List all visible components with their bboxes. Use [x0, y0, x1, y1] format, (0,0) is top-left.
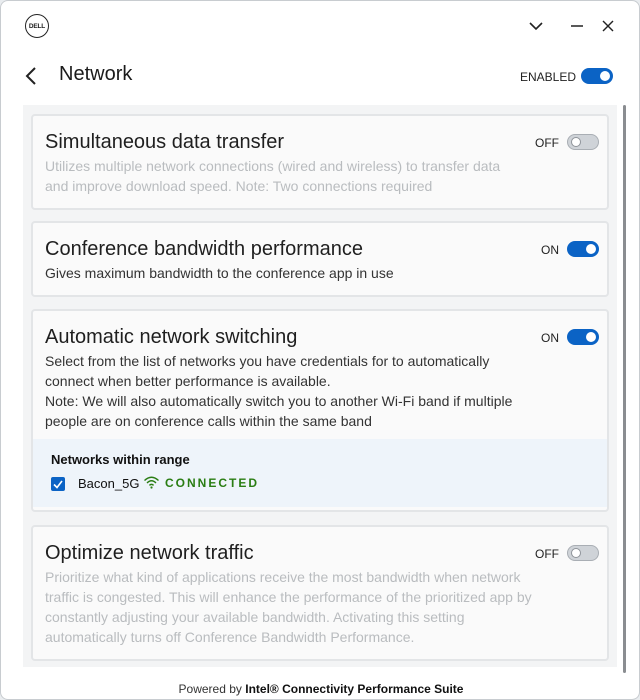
network-switching-toggle[interactable] — [567, 329, 599, 345]
card-conference-bandwidth: Conference bandwidth performance Gives m… — [31, 221, 609, 297]
footer-product: Intel® Connectivity Performance Suite — [245, 682, 464, 696]
card-description: Gives maximum bandwidth to the conferenc… — [45, 265, 394, 281]
master-toggle-label: ENABLED — [520, 70, 577, 84]
card-title: Optimize network traffic — [45, 542, 254, 564]
networks-title: Networks within range — [51, 452, 190, 467]
card-title: Conference bandwidth performance — [45, 238, 363, 260]
card-optimize-network-traffic: Optimize network traffic Prioritize what… — [31, 525, 609, 661]
simultaneous-transfer-toggle[interactable] — [567, 134, 599, 150]
networks-within-range: Networks within range Bacon_5G CONNECTED — [33, 439, 607, 507]
card-description: Select from the list of networks you hav… — [45, 353, 490, 389]
footer: Powered by Intel® Connectivity Performan… — [1, 682, 639, 696]
page-title: Network — [59, 63, 133, 85]
card-automatic-network-switching: Automatic network switching Select from … — [31, 309, 609, 512]
footer-prefix: Powered by — [178, 682, 242, 696]
minimize-icon[interactable] — [566, 15, 588, 37]
card-description: Utilizes multiple network connections (w… — [45, 158, 501, 194]
connection-status: CONNECTED — [165, 476, 260, 490]
conference-bandwidth-toggle[interactable] — [567, 241, 599, 257]
card-title: Simultaneous data transfer — [45, 131, 285, 153]
dell-logo: DELL — [25, 14, 49, 38]
collapse-chevron-icon[interactable] — [525, 15, 547, 37]
card-simultaneous-data-transfer: Simultaneous data transfer Utilizes mult… — [31, 114, 609, 210]
logo-text: DELL — [28, 22, 46, 30]
back-arrow-icon[interactable] — [25, 64, 47, 88]
master-enable-toggle[interactable] — [581, 68, 613, 84]
toggle-state-label: OFF — [535, 547, 559, 561]
network-name: Bacon_5G — [78, 476, 140, 491]
toggle-state-label: ON — [541, 331, 559, 345]
wifi-icon — [143, 475, 160, 494]
card-title: Automatic network switching — [45, 326, 298, 348]
settings-panel: Simultaneous data transfer Utilizes mult… — [23, 105, 617, 667]
card-note: Note: We will also automatically switch … — [45, 393, 513, 429]
network-checkbox[interactable] — [51, 477, 65, 491]
app-window: DELL Network ENABLED Simultaneous data t… — [0, 0, 640, 700]
toggle-state-label: OFF — [535, 136, 559, 150]
toggle-state-label: ON — [541, 243, 559, 257]
scrollbar[interactable] — [623, 105, 626, 673]
optimize-traffic-toggle[interactable] — [567, 545, 599, 561]
card-description: Prioritize what kind of applications rec… — [45, 569, 532, 645]
close-icon[interactable] — [597, 15, 619, 37]
